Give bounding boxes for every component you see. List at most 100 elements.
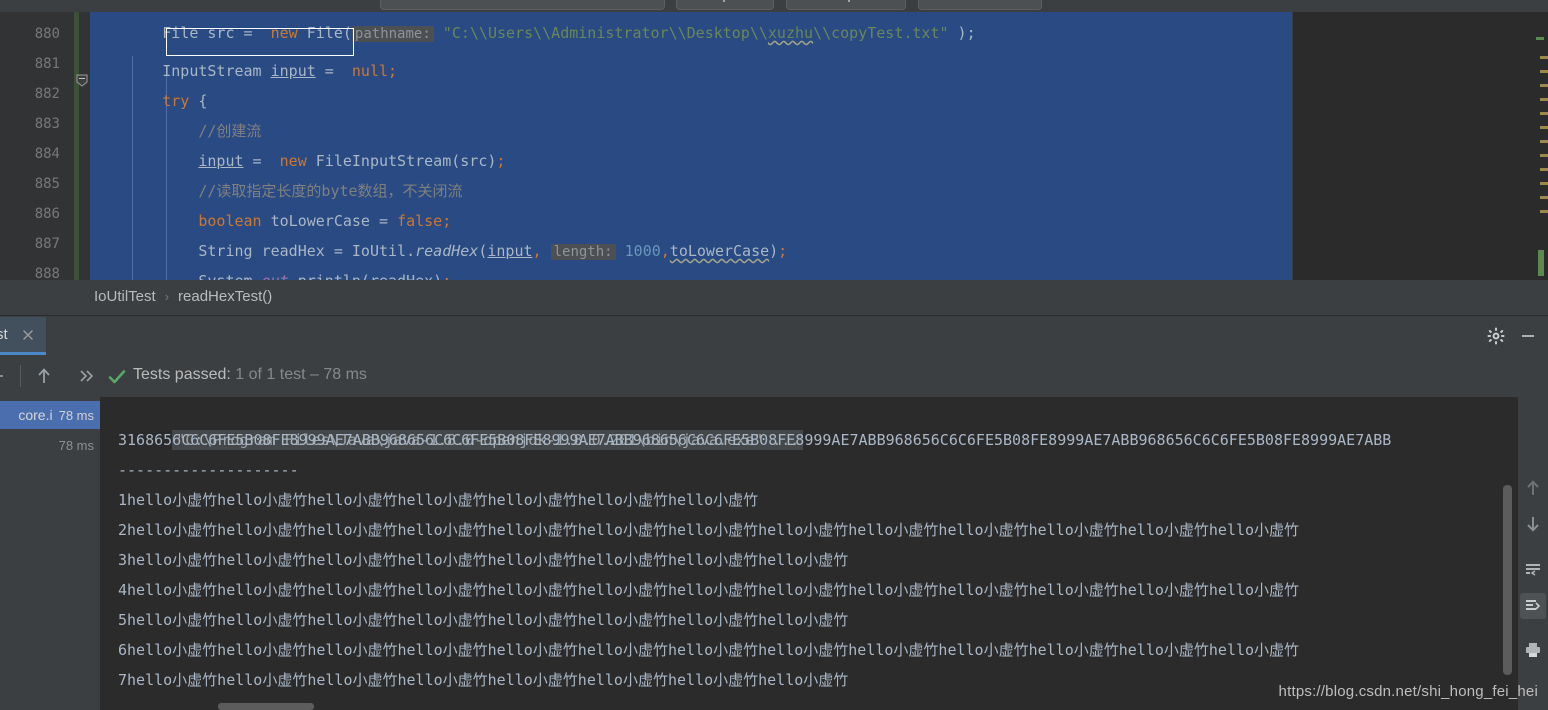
close-icon[interactable]: [20, 327, 36, 343]
code-token: input: [487, 242, 533, 260]
code-token: ;: [778, 242, 788, 260]
console-output-line: 3hello小虚竹hello小虚竹hello小虚竹hello小虚竹hello小虚…: [118, 551, 849, 569]
code-token: ;: [388, 62, 398, 80]
code-line: try {: [90, 56, 207, 110]
test-node-name: core.i: [18, 407, 53, 423]
test-node-duration: 78 ms: [58, 437, 94, 453]
tree-row-selected[interactable]: core.i 78 ms: [0, 401, 100, 429]
code-editor[interactable]: 879 880 881 882 883 884 885 886 887 888: [0, 12, 1548, 280]
arrow-up-icon[interactable]: [1520, 475, 1546, 501]
code-token: "C:\\Users\\Administrator\\Desktop\\xuzh…: [442, 24, 949, 42]
toolbar-divider: [20, 365, 21, 387]
editor-minimap-scrollbar[interactable]: [1292, 12, 1548, 280]
code-line: //读取指定长度的byte数组，不关闭流: [90, 146, 462, 200]
fold-collapse-icon[interactable]: [76, 74, 88, 87]
tests-passed-count: 1: [235, 366, 245, 383]
watermark-url: https://blog.csdn.net/shi_hong_fei_hei: [1278, 683, 1538, 700]
minimap-marker: [1540, 182, 1548, 185]
minimap-marker: [1540, 140, 1548, 143]
minimap-marker: [1536, 37, 1544, 40]
test-status-bar: Tests passed: 1 of 1 test – 78 ms: [0, 355, 1548, 397]
toolbar-chip[interactable]: [918, 0, 1042, 10]
toolbar-chip-caret: [848, 0, 850, 2]
code-token: null: [351, 62, 389, 80]
line-number: 885: [34, 176, 60, 192]
minimap-marker: [1540, 56, 1548, 59]
main-toolbar: [0, 0, 1548, 12]
code-line: System.out.println(readHex);: [90, 236, 451, 280]
minimap-marker: [1540, 196, 1548, 199]
tests-passed-prefix: Tests passed:: [133, 366, 236, 383]
line-number: 883: [34, 116, 60, 132]
line-number: 882: [34, 86, 60, 102]
line-number: 881: [34, 56, 60, 72]
console-output[interactable]: "C:\Program Files\Java\java-1.8.0-openjd…: [100, 397, 1518, 710]
code-token: ,: [532, 242, 542, 260]
code-token: 1000: [624, 242, 661, 260]
test-result-tree[interactable]: core.i 78 ms 78 ms: [0, 397, 100, 710]
run-toolwindow-tabbar: st: [0, 317, 1548, 355]
minimap-marker: [1540, 84, 1548, 87]
minimap-marker: [1540, 112, 1548, 115]
code-token: );: [948, 24, 976, 42]
console-output-line: 5hello小虚竹hello小虚竹hello小虚竹hello小虚竹hello小虚…: [118, 611, 849, 629]
console-output-line: 1hello小虚竹hello小虚竹hello小虚竹hello小虚竹hello小虚…: [118, 491, 759, 509]
minimize-icon[interactable]: [1518, 326, 1538, 346]
minimap-marker: [1540, 70, 1548, 73]
breadcrumb-item-method[interactable]: readHexTest(): [178, 288, 272, 305]
parameter-hint: length:: [550, 244, 616, 260]
arrow-down-icon[interactable]: [1520, 511, 1546, 537]
code-token: toLowerCase: [669, 242, 770, 260]
console-horizontal-scrollbar[interactable]: [218, 703, 314, 710]
code-token: input: [270, 62, 316, 80]
line-number: 887: [34, 236, 60, 252]
breadcrumb-item-class[interactable]: IoUtilTest: [94, 288, 156, 305]
tests-passed-suffix: of 1 test – 78 ms: [244, 366, 367, 383]
console-command-line: "C:\Program Files\Java\java-1.8.0-openjd…: [118, 397, 804, 450]
console-scrollbar-thumb[interactable]: [1503, 485, 1512, 675]
console-output-line: 4hello小虚竹hello小虚竹hello小虚竹hello小虚竹hello小虚…: [118, 581, 1300, 599]
toolbar-chip-caret: [723, 0, 725, 2]
toolbar-chip[interactable]: [786, 0, 906, 10]
double-chevron-right-icon[interactable]: [78, 367, 96, 390]
console-output-line: 2hello小虚竹hello小虚竹hello小虚竹hello小虚竹hello小虚…: [118, 521, 1300, 539]
line-number: 880: [34, 26, 60, 42]
console-output-line: 6hello小虚竹hello小虚竹hello小虚竹hello小虚竹hello小虚…: [118, 641, 1300, 659]
scroll-to-end-icon[interactable]: [1520, 593, 1546, 619]
code-token: ;: [496, 152, 506, 170]
console-separator-line: --------------------: [118, 461, 299, 479]
code-token: ): [769, 242, 779, 260]
minimap-marker: [1540, 168, 1548, 171]
ide-window: 879 880 881 882 883 884 885 886 887 888: [0, 0, 1548, 710]
toolbar-chip[interactable]: [676, 0, 774, 10]
vcs-change-marker: [74, 12, 79, 280]
line-number: 888: [34, 266, 60, 280]
breadcrumb: IoUtilTest › readHexTest(): [0, 280, 1548, 316]
breadcrumb-separator-icon: ›: [164, 289, 170, 304]
tests-passed-label: Tests passed: 1 of 1 test – 78 ms: [133, 366, 367, 384]
print-icon[interactable]: [1520, 637, 1546, 663]
arrow-up-icon[interactable]: [34, 366, 54, 391]
line-number: 886: [34, 206, 60, 222]
console-hex-line: 3168656C6C6FE5B08FE8999AE7ABB968656C6C6F…: [118, 431, 1392, 449]
editor-gutter[interactable]: 879 880 881 882 883 884 885 886 887 888: [0, 12, 72, 280]
code-line: boolean toLowerCase = false;: [90, 176, 451, 230]
line-number: 884: [34, 146, 60, 162]
test-node-duration: 78 ms: [58, 407, 94, 423]
soft-wrap-icon[interactable]: [1520, 557, 1546, 583]
minimap-marker: [1540, 126, 1548, 129]
code-line: InputStream input = null;: [90, 26, 397, 80]
code-text-area[interactable]: File src = new File(pathname: "C:\\Users…: [90, 12, 1292, 280]
minimap-marker: [1540, 210, 1548, 213]
tree-row[interactable]: 78 ms: [0, 431, 100, 459]
gear-icon[interactable]: [1486, 326, 1506, 346]
console-side-toolbar: [1518, 397, 1548, 710]
tab-label: st: [0, 326, 8, 343]
rerun-icon[interactable]: [0, 368, 12, 389]
toolbar-chip[interactable]: [380, 0, 665, 10]
minimap-marker: [1540, 154, 1548, 157]
code-line: String readHex = IoUtil.readHex(input, l…: [90, 206, 787, 260]
